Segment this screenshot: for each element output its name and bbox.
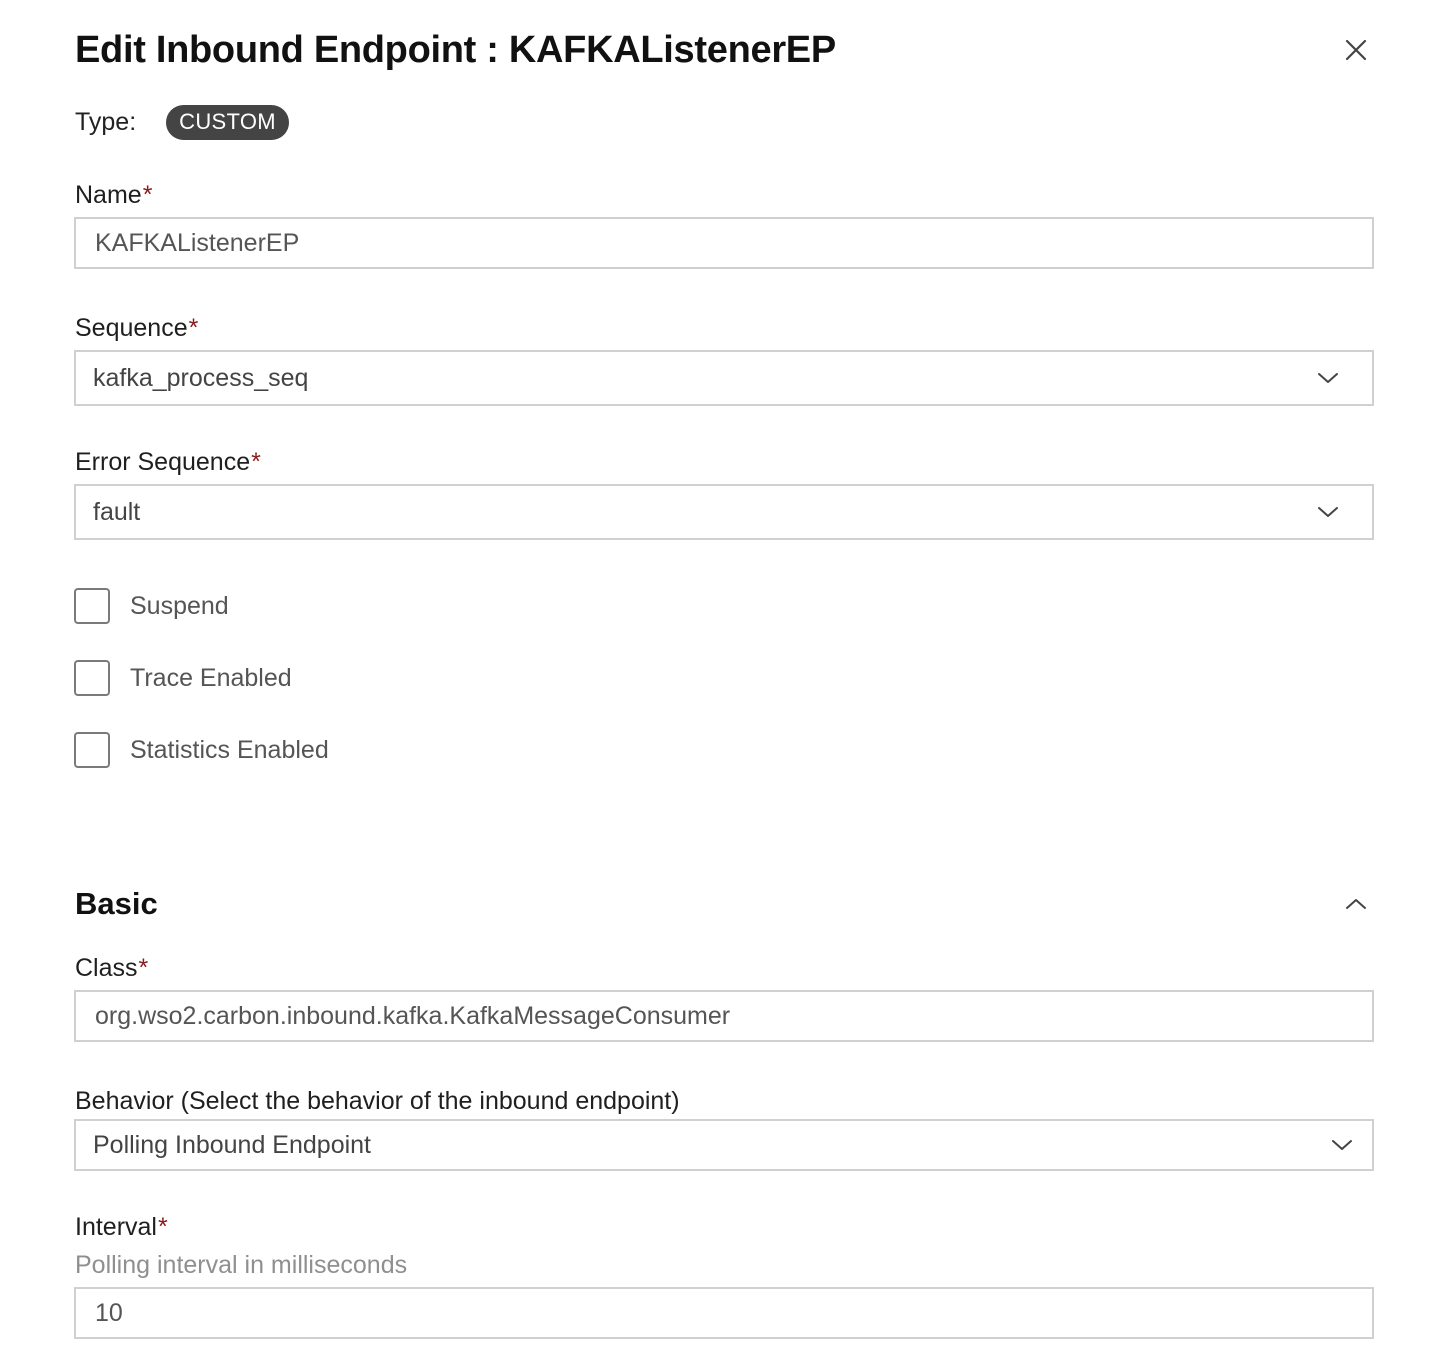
sequence-label: Sequence* <box>75 314 199 342</box>
required-marker: * <box>188 314 199 342</box>
close-button[interactable] <box>1340 34 1372 66</box>
type-label: Type: <box>75 107 137 136</box>
class-label: Class* <box>75 954 149 982</box>
required-marker: * <box>138 954 149 982</box>
name-input[interactable]: KAFKAListenerEP <box>74 217 1374 269</box>
dialog-title: Edit Inbound Endpoint : KAFKAListenerEP <box>75 29 836 71</box>
interval-input-value[interactable]: 10 <box>76 1299 1372 1328</box>
behavior-select-value[interactable]: Polling Inbound Endpoint <box>76 1131 1328 1160</box>
suspend-checkbox[interactable] <box>74 588 110 624</box>
trace-enabled-checkbox[interactable] <box>74 660 110 696</box>
close-icon[interactable] <box>1345 39 1367 61</box>
error-sequence-select-value[interactable]: fault <box>76 498 1314 527</box>
class-input[interactable]: org.wso2.carbon.inbound.kafka.KafkaMessa… <box>74 990 1374 1042</box>
name-input-value[interactable]: KAFKAListenerEP <box>76 229 1372 258</box>
interval-input[interactable]: 10 <box>74 1287 1374 1339</box>
chevron-down-icon[interactable] <box>1314 498 1342 526</box>
statistics-enabled-checkbox[interactable] <box>74 732 110 768</box>
suspend-checkbox-label[interactable]: Suspend <box>130 592 229 621</box>
behavior-label: Behavior (Select the behavior of the inb… <box>75 1087 680 1115</box>
class-input-value[interactable]: org.wso2.carbon.inbound.kafka.KafkaMessa… <box>76 1002 1372 1031</box>
error-sequence-select[interactable]: fault <box>74 484 1374 540</box>
required-marker: * <box>142 181 153 209</box>
behavior-select[interactable]: Polling Inbound Endpoint <box>74 1119 1374 1171</box>
chevron-down-icon[interactable] <box>1314 364 1342 392</box>
required-marker: * <box>157 1213 168 1241</box>
statistics-enabled-checkbox-row[interactable]: Statistics Enabled <box>74 732 329 768</box>
collapse-basic-button[interactable] <box>1340 888 1372 920</box>
trace-enabled-checkbox-row[interactable]: Trace Enabled <box>74 660 292 696</box>
sequence-select-value[interactable]: kafka_process_seq <box>76 364 1314 393</box>
chevron-down-icon[interactable] <box>1328 1131 1356 1159</box>
interval-label: Interval* <box>75 1213 168 1241</box>
error-sequence-label: Error Sequence* <box>75 448 261 476</box>
type-row: Type: CUSTOM <box>75 104 289 140</box>
basic-section-title: Basic <box>75 886 158 921</box>
trace-enabled-checkbox-label[interactable]: Trace Enabled <box>130 664 292 693</box>
type-badge: CUSTOM <box>166 104 289 140</box>
suspend-checkbox-row[interactable]: Suspend <box>74 588 229 624</box>
name-label: Name* <box>75 181 153 209</box>
interval-hint: Polling interval in milliseconds <box>75 1251 408 1279</box>
required-marker: * <box>251 448 261 476</box>
statistics-enabled-checkbox-label[interactable]: Statistics Enabled <box>130 736 329 765</box>
sequence-select[interactable]: kafka_process_seq <box>74 350 1374 406</box>
chevron-up-icon[interactable] <box>1345 897 1367 911</box>
